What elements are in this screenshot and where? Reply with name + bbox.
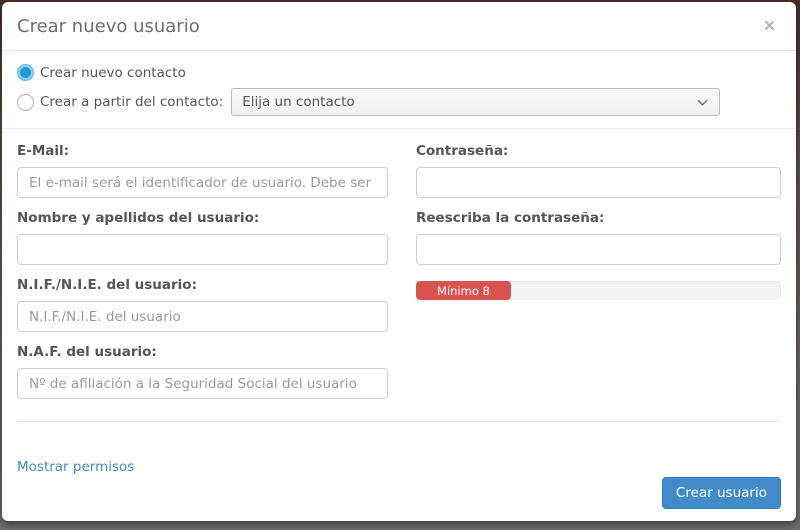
modal-body: E-Mail: Nombre y apellidos del usuario: … bbox=[2, 129, 796, 442]
radio-row-new-contact: Crear nuevo contacto bbox=[17, 64, 781, 81]
nif-field[interactable] bbox=[17, 301, 388, 332]
password-strength-label: Mínimo 8 bbox=[437, 284, 490, 298]
radio-existing-contact-label[interactable]: Crear a partir del contacto: bbox=[40, 94, 223, 110]
show-permissions-link[interactable]: Mostrar permisos bbox=[17, 459, 134, 475]
form-column-right: Contraseña: Reescriba la contraseña: Mín… bbox=[416, 133, 781, 411]
password-field[interactable] bbox=[416, 167, 781, 198]
radio-row-existing-contact: Crear a partir del contacto: Elija un co… bbox=[17, 88, 781, 116]
fullname-group: Nombre y apellidos del usuario: bbox=[17, 210, 388, 265]
radio-new-contact[interactable] bbox=[17, 64, 34, 81]
password-repeat-group: Reescriba la contraseña: bbox=[416, 210, 781, 265]
password-repeat-field[interactable] bbox=[416, 234, 781, 265]
contact-select-value: Elija un contacto bbox=[242, 94, 355, 110]
fullname-label: Nombre y apellidos del usuario: bbox=[17, 210, 388, 226]
radio-existing-contact[interactable] bbox=[17, 94, 34, 111]
nif-label: N.I.F./N.I.E. del usuario: bbox=[17, 277, 388, 293]
modal-footer: Mostrar permisos Crear usuario bbox=[2, 442, 796, 521]
fullname-field[interactable] bbox=[17, 234, 388, 265]
radio-new-contact-label[interactable]: Crear nuevo contacto bbox=[40, 65, 186, 81]
form-grid: E-Mail: Nombre y apellidos del usuario: … bbox=[17, 133, 781, 411]
close-icon[interactable]: × bbox=[758, 15, 781, 38]
email-group: E-Mail: bbox=[17, 143, 388, 198]
password-strength-fill: Mínimo 8 bbox=[416, 281, 511, 300]
footer-actions: Crear usuario bbox=[17, 477, 781, 509]
create-user-button[interactable]: Crear usuario bbox=[662, 477, 781, 509]
password-repeat-label: Reescriba la contraseña: bbox=[416, 210, 781, 226]
chevron-down-icon bbox=[696, 96, 709, 109]
naf-field[interactable] bbox=[17, 368, 388, 399]
naf-group: N.A.F. del usuario: bbox=[17, 344, 388, 399]
email-field[interactable] bbox=[17, 167, 388, 198]
modal-header: Crear nuevo usuario × bbox=[2, 2, 796, 51]
contact-choice-section: Crear nuevo contacto Crear a partir del … bbox=[2, 51, 796, 129]
email-label: E-Mail: bbox=[17, 143, 388, 159]
password-strength-meter: Mínimo 8 bbox=[416, 281, 781, 300]
nif-group: N.I.F./N.I.E. del usuario: bbox=[17, 277, 388, 332]
divider bbox=[17, 421, 781, 422]
create-user-modal: Crear nuevo usuario × Crear nuevo contac… bbox=[2, 2, 796, 521]
form-column-left: E-Mail: Nombre y apellidos del usuario: … bbox=[17, 133, 388, 411]
page-title: Crear nuevo usuario bbox=[17, 16, 200, 37]
contact-select[interactable]: Elija un contacto bbox=[231, 88, 720, 116]
naf-label: N.A.F. del usuario: bbox=[17, 344, 388, 360]
password-label: Contraseña: bbox=[416, 143, 781, 159]
password-group: Contraseña: bbox=[416, 143, 781, 198]
